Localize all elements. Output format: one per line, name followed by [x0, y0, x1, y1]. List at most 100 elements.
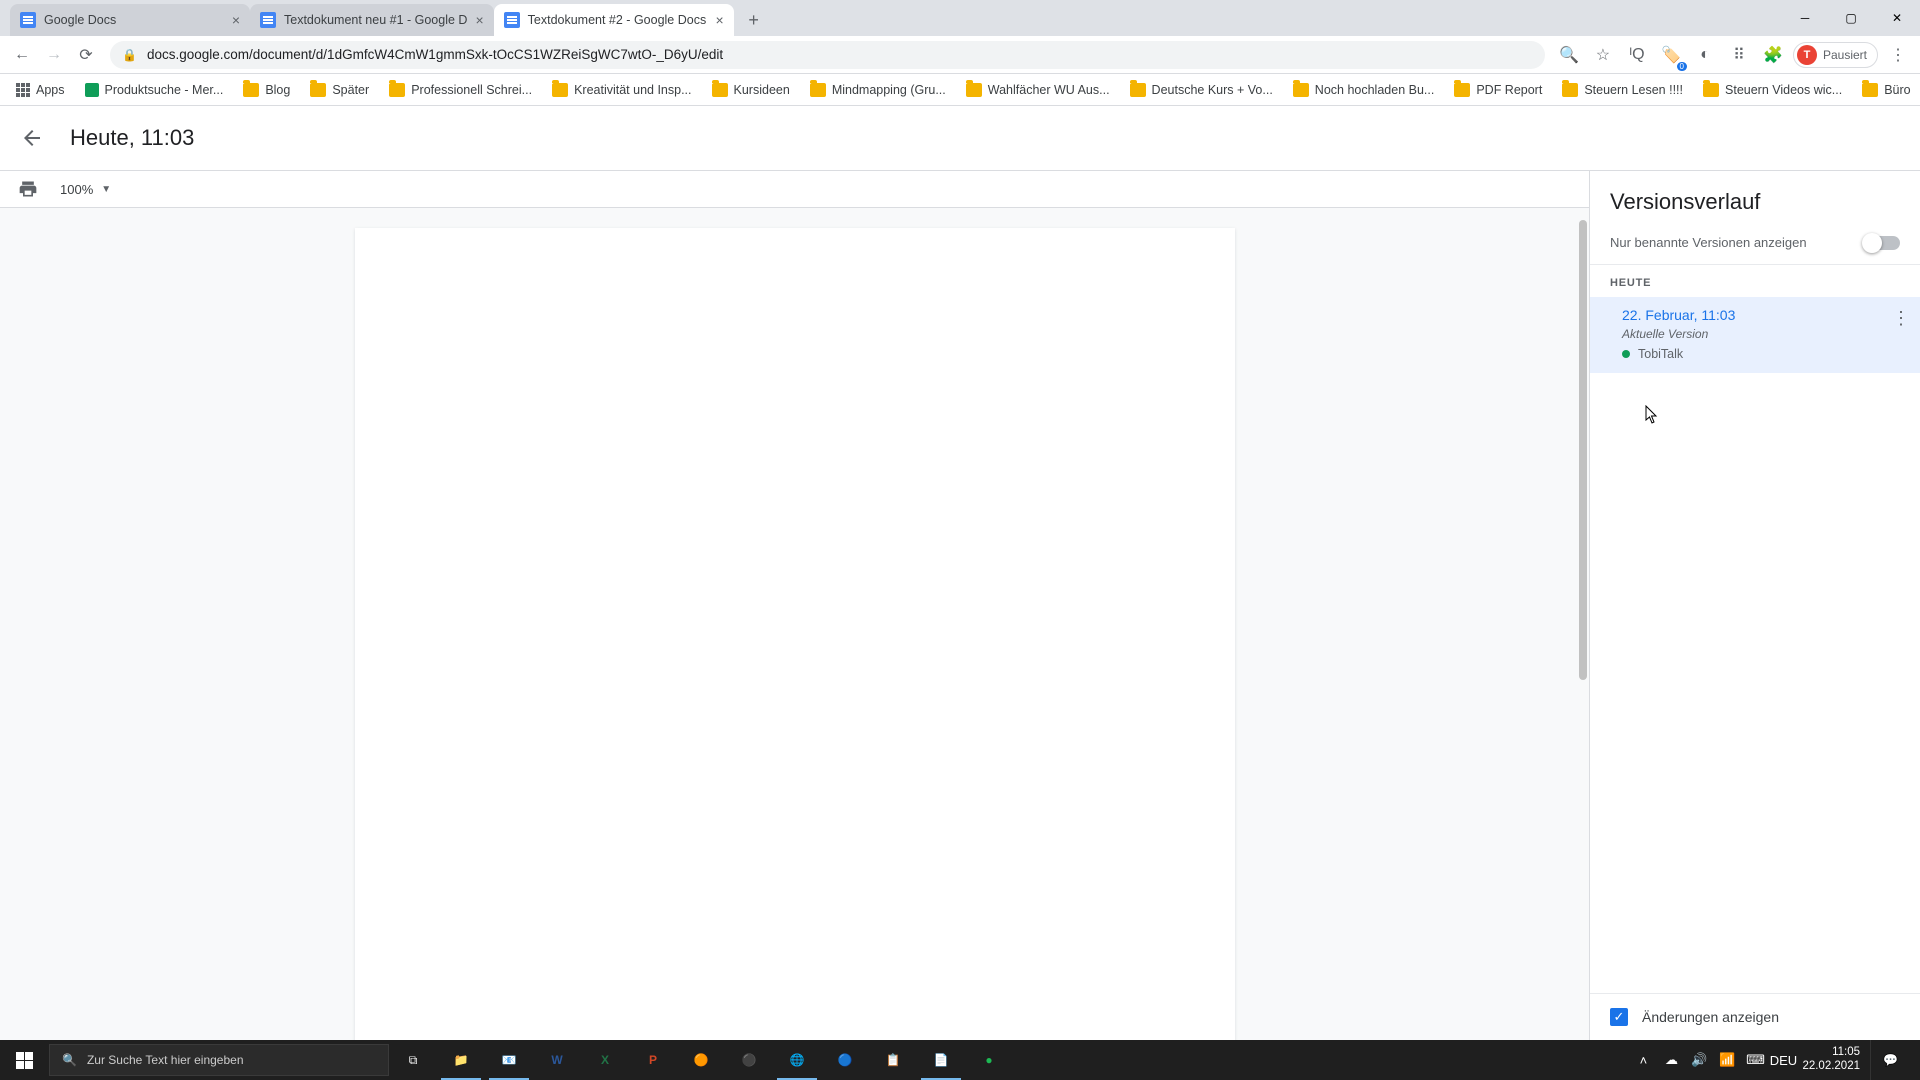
app-header: Heute, 11:03: [0, 106, 1920, 170]
browser-tab-active[interactable]: Textdokument #2 - Google Docs ×: [494, 4, 734, 36]
extensions-button[interactable]: 🧩: [1759, 41, 1787, 69]
panel-title: Versionsverlauf: [1590, 171, 1920, 225]
onedrive-icon[interactable]: ☁: [1662, 1051, 1680, 1069]
bookmark-folder[interactable]: Mindmapping (Gru...: [802, 79, 954, 101]
window-controls: ─ ▢ ✕: [1782, 0, 1920, 36]
profile-chip[interactable]: T Pausiert: [1793, 42, 1878, 68]
zoom-value: 100%: [60, 182, 93, 197]
tab-close-icon[interactable]: ×: [715, 12, 723, 28]
version-item[interactable]: 22. Februar, 11:03 Aktuelle Version Tobi…: [1590, 297, 1920, 373]
bookmark-item[interactable]: Produktsuche - Mer...: [77, 79, 232, 101]
show-changes-checkbox[interactable]: ✓: [1610, 1008, 1628, 1026]
folder-icon: [243, 83, 259, 97]
bookmark-label: Mindmapping (Gru...: [832, 83, 946, 97]
app-icon[interactable]: 🟠: [677, 1040, 725, 1080]
task-view-button[interactable]: ⧉: [389, 1040, 437, 1080]
new-tab-button[interactable]: +: [740, 6, 768, 34]
minimize-button[interactable]: ─: [1782, 0, 1828, 36]
folder-icon: [1862, 83, 1878, 97]
address-bar[interactable]: 🔒 docs.google.com/document/d/1dGmfcW4CmW…: [110, 41, 1545, 69]
taskbar-clock[interactable]: 11:05 22.02.2021: [1802, 1046, 1860, 1074]
folder-icon: [1293, 83, 1309, 97]
docs-favicon-icon: [260, 12, 276, 28]
bookmark-folder[interactable]: Kursideen: [704, 79, 798, 101]
apps-grid-icon: [16, 83, 30, 97]
bookmark-folder[interactable]: Noch hochladen Bu...: [1285, 79, 1443, 101]
apps-shortcut[interactable]: Apps: [8, 79, 73, 101]
start-button[interactable]: [0, 1040, 48, 1080]
zoom-icon[interactable]: 🔍: [1555, 41, 1583, 69]
bookmark-folder[interactable]: Steuern Lesen !!!!: [1554, 79, 1691, 101]
chrome-icon[interactable]: 🌐: [773, 1040, 821, 1080]
folder-icon: [1703, 83, 1719, 97]
bookmark-folder[interactable]: Später: [302, 79, 377, 101]
bookmark-label: Produktsuche - Mer...: [105, 83, 224, 97]
bookmark-folder[interactable]: Wahlfächer WU Aus...: [958, 79, 1118, 101]
nav-forward-button[interactable]: →: [40, 41, 68, 69]
tab-title: Textdokument #2 - Google Docs: [528, 13, 707, 27]
close-window-button[interactable]: ✕: [1874, 0, 1920, 36]
language-indicator[interactable]: DEU: [1774, 1051, 1792, 1069]
print-button[interactable]: [16, 177, 40, 201]
version-menu-button[interactable]: ⋮: [1892, 309, 1910, 327]
named-only-toggle[interactable]: [1864, 236, 1900, 250]
bookmark-folder[interactable]: Blog: [235, 79, 298, 101]
page-title: Heute, 11:03: [70, 125, 194, 151]
tab-close-icon[interactable]: ×: [475, 12, 483, 28]
keyboard-icon[interactable]: ⌨: [1746, 1051, 1764, 1069]
extension-icon[interactable]: ⠿: [1725, 41, 1753, 69]
translate-icon[interactable]: ᴵQ: [1623, 41, 1651, 69]
folder-icon: [1454, 83, 1470, 97]
excel-icon[interactable]: X: [581, 1040, 629, 1080]
browser-tab[interactable]: Google Docs ×: [10, 4, 250, 36]
scrollbar-thumb[interactable]: [1579, 220, 1587, 680]
document-canvas[interactable]: [0, 208, 1589, 1040]
bookmark-label: Steuern Lesen !!!!: [1584, 83, 1683, 97]
folder-icon: [712, 83, 728, 97]
taskbar-search[interactable]: 🔍 Zur Suche Text hier eingeben: [49, 1044, 389, 1076]
word-icon[interactable]: W: [533, 1040, 581, 1080]
document-area: 100% ▼: [0, 170, 1590, 1040]
folder-icon: [310, 83, 326, 97]
extension-icon[interactable]: ◐: [1691, 41, 1719, 69]
profile-status: Pausiert: [1823, 48, 1867, 62]
bookmark-folder[interactable]: Büro: [1854, 79, 1918, 101]
folder-icon: [389, 83, 405, 97]
search-placeholder: Zur Suche Text hier eingeben: [87, 1053, 244, 1067]
bookmark-folder[interactable]: Deutsche Kurs + Vo...: [1122, 79, 1281, 101]
network-icon[interactable]: 📶: [1718, 1051, 1736, 1069]
chrome-menu-icon[interactable]: ⋮: [1884, 41, 1912, 69]
tray-overflow-icon[interactable]: ˄: [1634, 1051, 1652, 1069]
bookmark-star-icon[interactable]: ☆: [1589, 41, 1617, 69]
edge-icon[interactable]: 🔵: [821, 1040, 869, 1080]
nav-back-button[interactable]: ←: [8, 41, 36, 69]
bookmark-label: Steuern Videos wic...: [1725, 83, 1842, 97]
zoom-dropdown[interactable]: 100% ▼: [60, 182, 111, 197]
taskbar-apps: ⧉ 📁 📧 W X P 🟠 ⚫ 🌐 🔵 📋 📄 ●: [389, 1040, 1013, 1080]
panel-footer: ✓ Änderungen anzeigen: [1590, 993, 1920, 1040]
extension-icon[interactable]: 🏷️0: [1657, 41, 1685, 69]
bookmark-label: Kreativität und Insp...: [574, 83, 691, 97]
tab-title: Textdokument neu #1 - Google D: [284, 13, 467, 27]
file-explorer-icon[interactable]: 📁: [437, 1040, 485, 1080]
bookmark-folder[interactable]: Steuern Videos wic...: [1695, 79, 1850, 101]
tab-close-icon[interactable]: ×: [232, 12, 240, 28]
notepad-icon[interactable]: 📄: [917, 1040, 965, 1080]
system-tray: ˄ ☁ 🔊 📶 ⌨ DEU 11:05 22.02.2021 💬: [1624, 1040, 1920, 1080]
obs-icon[interactable]: ⚫: [725, 1040, 773, 1080]
bookmark-folder[interactable]: Professionell Schrei...: [381, 79, 540, 101]
powerpoint-icon[interactable]: P: [629, 1040, 677, 1080]
bookmark-label: Apps: [36, 83, 65, 97]
maximize-button[interactable]: ▢: [1828, 0, 1874, 36]
spotify-icon[interactable]: ●: [965, 1040, 1013, 1080]
app-icon[interactable]: 📋: [869, 1040, 917, 1080]
action-center-button[interactable]: 💬: [1870, 1040, 1910, 1080]
mail-icon[interactable]: 📧: [485, 1040, 533, 1080]
volume-icon[interactable]: 🔊: [1690, 1051, 1708, 1069]
nav-reload-button[interactable]: ⟳: [72, 41, 100, 69]
back-button[interactable]: [12, 118, 52, 158]
version-history-panel: Versionsverlauf Nur benannte Versionen a…: [1590, 170, 1920, 1040]
browser-tab[interactable]: Textdokument neu #1 - Google D ×: [250, 4, 494, 36]
bookmark-folder[interactable]: Kreativität und Insp...: [544, 79, 699, 101]
bookmark-folder[interactable]: PDF Report: [1446, 79, 1550, 101]
